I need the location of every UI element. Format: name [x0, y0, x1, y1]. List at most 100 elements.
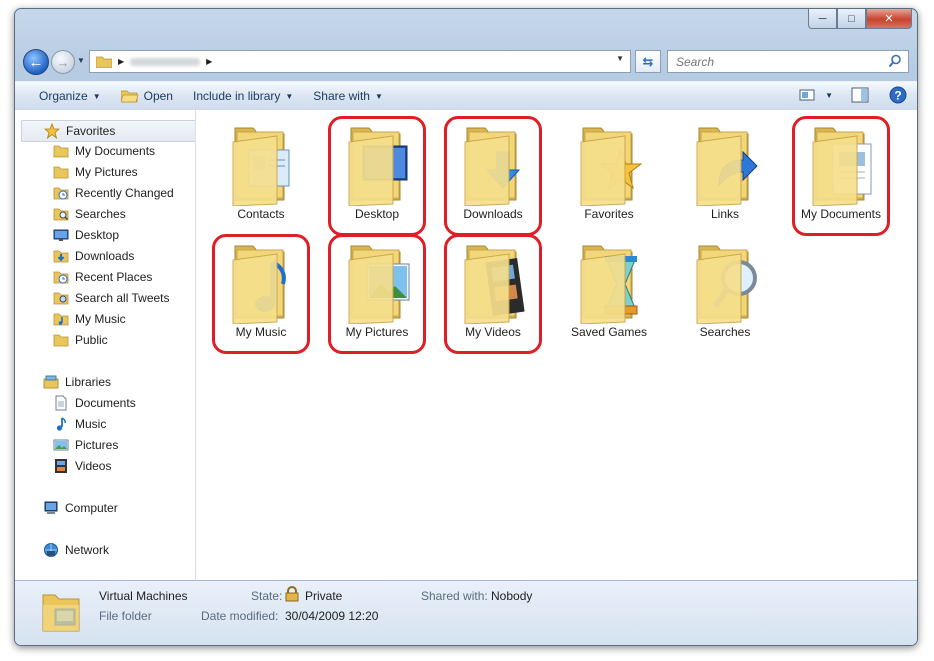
nav-item-public[interactable]: Public: [53, 330, 108, 350]
recent-pages-dropdown[interactable]: ▼: [77, 56, 85, 65]
folder-label: Favorites: [584, 207, 634, 221]
folder-saved-games[interactable]: Saved Games: [559, 240, 659, 356]
modified-value: 30/04/2009 12:20: [285, 609, 379, 623]
nav-item-desktop[interactable]: Desktop: [53, 225, 119, 245]
folder-icon: [42, 594, 80, 632]
nav-item-search-all-tweets[interactable]: Search all Tweets: [53, 288, 170, 308]
shared-value: Nobody: [491, 589, 533, 603]
nav-item-my-pictures[interactable]: My Pictures: [53, 162, 138, 182]
state-label: State:: [251, 589, 283, 603]
svg-text:?: ?: [894, 89, 901, 103]
nav-computer-label: Computer: [65, 501, 118, 515]
folder-my-pictures[interactable]: My Pictures: [327, 240, 427, 356]
folder-desktop[interactable]: Desktop: [327, 122, 427, 238]
chevron-down-icon: ▼: [285, 91, 294, 101]
refresh-button[interactable]: ⇆: [635, 50, 661, 73]
nav-libraries[interactable]: Libraries: [43, 372, 111, 392]
folder-my-videos[interactable]: My Videos: [443, 240, 543, 356]
folder-label: Links: [710, 207, 739, 221]
nav-item-my-documents[interactable]: My Documents: [53, 141, 155, 161]
organize-button[interactable]: Organize ▼: [29, 82, 111, 110]
navigation-pane: Favorites My Documents My Pictures Recently…: [15, 110, 196, 580]
desktop-icon: [53, 227, 69, 243]
folder-links[interactable]: Links: [675, 122, 775, 238]
share-with-label: Share with: [313, 89, 370, 103]
content-area: Favorites My Documents My Pictures Recently…: [15, 110, 917, 580]
nav-item-recently-changed[interactable]: Recently Changed: [53, 183, 174, 203]
download-arrow-icon: [457, 122, 529, 209]
close-button[interactable]: ✕: [866, 9, 912, 29]
nav-library-pictures[interactable]: Pictures: [53, 435, 118, 455]
folder-label: My Music: [235, 325, 287, 339]
folder-grid: Contacts Desktop Downloads Favorites Links My…: [195, 110, 917, 580]
minimize-button[interactable]: ─: [808, 9, 837, 29]
search-box[interactable]: [667, 50, 909, 73]
nav-libraries-label: Libraries: [65, 375, 112, 389]
chevron-down-icon: ▼: [374, 91, 383, 101]
network-icon: [43, 542, 59, 558]
change-view-icon[interactable]: [799, 88, 815, 102]
nav-item-recent-places[interactable]: Recent Places: [53, 267, 152, 287]
back-button[interactable]: ←: [23, 49, 49, 75]
nav-library-documents-label: Documents: [75, 396, 136, 410]
open-button[interactable]: Open: [111, 82, 183, 110]
film-icon: [457, 240, 529, 327]
nav-library-videos[interactable]: Videos: [53, 456, 111, 476]
forward-button[interactable]: →: [51, 50, 75, 74]
address-bar-row: ← → ▼ ▶ ▶ ▼ ⇆: [21, 47, 909, 75]
maximize-button[interactable]: □: [837, 9, 866, 29]
address-field[interactable]: ▶ ▶ ▼: [89, 50, 631, 73]
nav-item-searches[interactable]: Searches: [53, 204, 126, 224]
nav-item-my-music-label: My Music: [75, 312, 126, 326]
folder-favorites[interactable]: Favorites: [559, 122, 659, 238]
nav-computer[interactable]: Computer: [43, 498, 118, 518]
lock-icon: [285, 586, 299, 602]
breadcrumb-blurred-user[interactable]: [130, 57, 201, 66]
search-folder-icon: [53, 206, 69, 222]
nav-item-my-music[interactable]: My Music: [53, 309, 126, 329]
nav-library-music[interactable]: Music: [53, 414, 106, 434]
nav-favorites[interactable]: Favorites: [21, 120, 195, 142]
desktop-icon: [341, 122, 413, 209]
music-note-icon: [53, 416, 69, 432]
address-dropdown-icon[interactable]: ▼: [616, 54, 624, 63]
details-pane: Virtual Machines File folder State: Priv…: [15, 580, 917, 645]
toolbar-right: ▼ ?: [799, 86, 907, 104]
picture-icon: [53, 437, 69, 453]
open-label: Open: [143, 89, 173, 103]
folder-downloads[interactable]: Downloads: [443, 122, 543, 238]
star-icon: [573, 122, 645, 209]
nav-library-videos-label: Videos: [75, 459, 112, 473]
preview-pane-icon[interactable]: [851, 87, 869, 103]
recent-folder-icon: [53, 185, 69, 201]
music-folder-icon: [53, 311, 69, 327]
nav-item-my-documents-label: My Documents: [75, 144, 156, 158]
state-value: Private: [305, 589, 343, 603]
search-input[interactable]: [674, 53, 878, 70]
nav-item-downloads[interactable]: Downloads: [53, 246, 134, 266]
link-arrow-icon: [689, 122, 761, 209]
contacts-icon: [225, 122, 297, 209]
folder-my-documents[interactable]: My Documents: [791, 122, 891, 238]
downloads-icon: [53, 248, 69, 264]
view-options-dropdown-icon[interactable]: ▼: [825, 91, 833, 100]
folder-searches[interactable]: Searches: [675, 240, 775, 356]
include-in-library-button[interactable]: Include in library ▼: [183, 82, 303, 110]
folder-label: Contacts: [237, 207, 285, 221]
folder-contacts[interactable]: Contacts: [211, 122, 311, 238]
documents-icon: [805, 122, 877, 209]
folder-my-music[interactable]: My Music: [211, 240, 311, 356]
maximize-icon: □: [848, 12, 855, 25]
help-icon[interactable]: ?: [889, 86, 907, 104]
nav-item-recent-places-label: Recent Places: [75, 270, 153, 284]
refresh-icon: ⇆: [642, 53, 654, 69]
nav-item-desktop-label: Desktop: [75, 228, 120, 242]
breadcrumb-separator-icon[interactable]: ▶: [118, 57, 124, 66]
nav-network[interactable]: Network: [43, 540, 109, 560]
share-with-button[interactable]: Share with ▼: [303, 82, 393, 110]
film-icon: [53, 458, 69, 474]
nav-library-documents[interactable]: Documents: [53, 393, 136, 413]
search-icon: [888, 54, 901, 68]
breadcrumb-separator-icon[interactable]: ▶: [206, 57, 212, 66]
folder-label: Desktop: [354, 207, 400, 221]
